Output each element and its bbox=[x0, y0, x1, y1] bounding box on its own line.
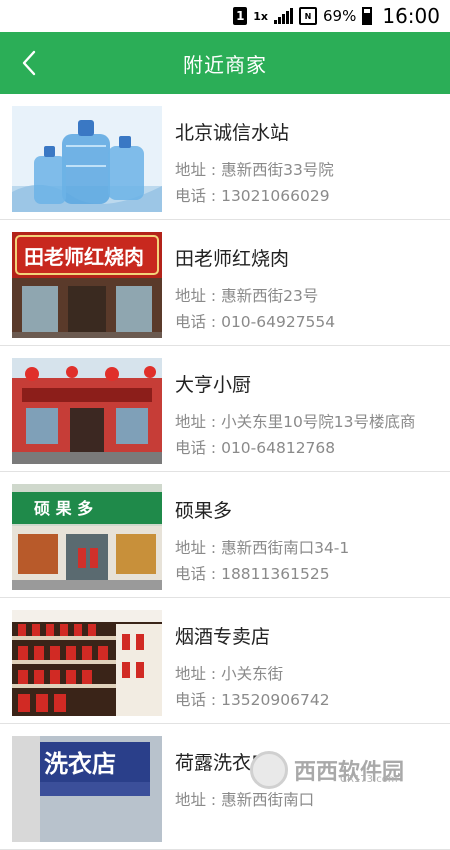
status-bar: 1 1x N 69% 16:00 bbox=[0, 0, 450, 32]
store-phone[interactable]: 电话 : 13520906742 bbox=[175, 688, 330, 710]
chevron-left-icon bbox=[22, 50, 36, 76]
app-bar: 附近商家 bbox=[0, 32, 450, 94]
battery-icon bbox=[362, 7, 373, 25]
store-name: 烟酒专卖店 bbox=[175, 626, 271, 648]
store-image bbox=[12, 610, 162, 716]
store-address: 地址 : 惠新西街23号 bbox=[175, 287, 319, 305]
battery-percent: 69% bbox=[323, 7, 357, 25]
store-name: 田老师红烧肉 bbox=[175, 248, 290, 270]
store-phone[interactable]: 电话 : 13021066029 bbox=[175, 184, 330, 206]
store-image bbox=[12, 106, 162, 212]
watermark: 西西软件园 CR173.com bbox=[250, 748, 450, 792]
page-title: 附近商家 bbox=[183, 52, 267, 77]
store-name: 北京诚信水站 bbox=[175, 122, 290, 144]
store-name: 硕果多 bbox=[175, 500, 233, 522]
watermark-sub: CR173.com bbox=[340, 774, 398, 785]
clock: 16:00 bbox=[382, 4, 440, 28]
sim-icon: 1 bbox=[233, 7, 248, 25]
store-address: 地址 : 惠新西街南口34-1 bbox=[175, 539, 350, 557]
store-phone[interactable]: 电话 : 010-64812768 bbox=[175, 436, 335, 458]
svg-text:洗衣店: 洗衣店 bbox=[44, 750, 116, 778]
back-button[interactable] bbox=[14, 48, 44, 78]
signal-icon bbox=[274, 8, 294, 24]
nfc-icon: N bbox=[299, 7, 318, 25]
store-phone[interactable]: 电话 : 18811361525 bbox=[175, 562, 330, 584]
store-address: 地址 : 小关东里10号院13号楼底商 bbox=[175, 413, 416, 431]
watermark-logo-icon bbox=[250, 751, 288, 789]
store-image: 田老师红烧肉 bbox=[12, 232, 162, 338]
store-image: 洗衣店 bbox=[12, 736, 162, 842]
store-item[interactable]: 北京诚信水站 地址 : 惠新西街33号院 电话 : 13021066029 bbox=[0, 94, 450, 220]
svg-text:田老师红烧肉: 田老师红烧肉 bbox=[24, 245, 144, 269]
network-type: 1x bbox=[253, 9, 269, 23]
svg-text:硕 果 多: 硕 果 多 bbox=[34, 499, 93, 518]
store-image: 硕 果 多 bbox=[12, 484, 162, 590]
store-image bbox=[12, 358, 162, 464]
store-item[interactable]: 硕 果 多 硕果多 地址 : 惠新西街南口34-1 电话 : 188113615… bbox=[0, 472, 450, 598]
store-item[interactable]: 大亨小厨 地址 : 小关东里10号院13号楼底商 电话 : 010-648127… bbox=[0, 346, 450, 472]
store-address: 地址 : 小关东街 bbox=[175, 665, 284, 683]
store-address: 地址 : 惠新西街33号院 bbox=[175, 161, 334, 179]
store-item[interactable]: 田老师红烧肉 田老师红烧肉 地址 : 惠新西街23号 电话 : 010-6492… bbox=[0, 220, 450, 346]
store-item[interactable]: 烟酒专卖店 地址 : 小关东街 电话 : 13520906742 bbox=[0, 598, 450, 724]
store-phone[interactable]: 电话 : 010-64927554 bbox=[175, 310, 335, 332]
store-list: 北京诚信水站 地址 : 惠新西街33号院 电话 : 13021066029 田老… bbox=[0, 94, 450, 850]
store-name: 大亨小厨 bbox=[175, 374, 252, 396]
